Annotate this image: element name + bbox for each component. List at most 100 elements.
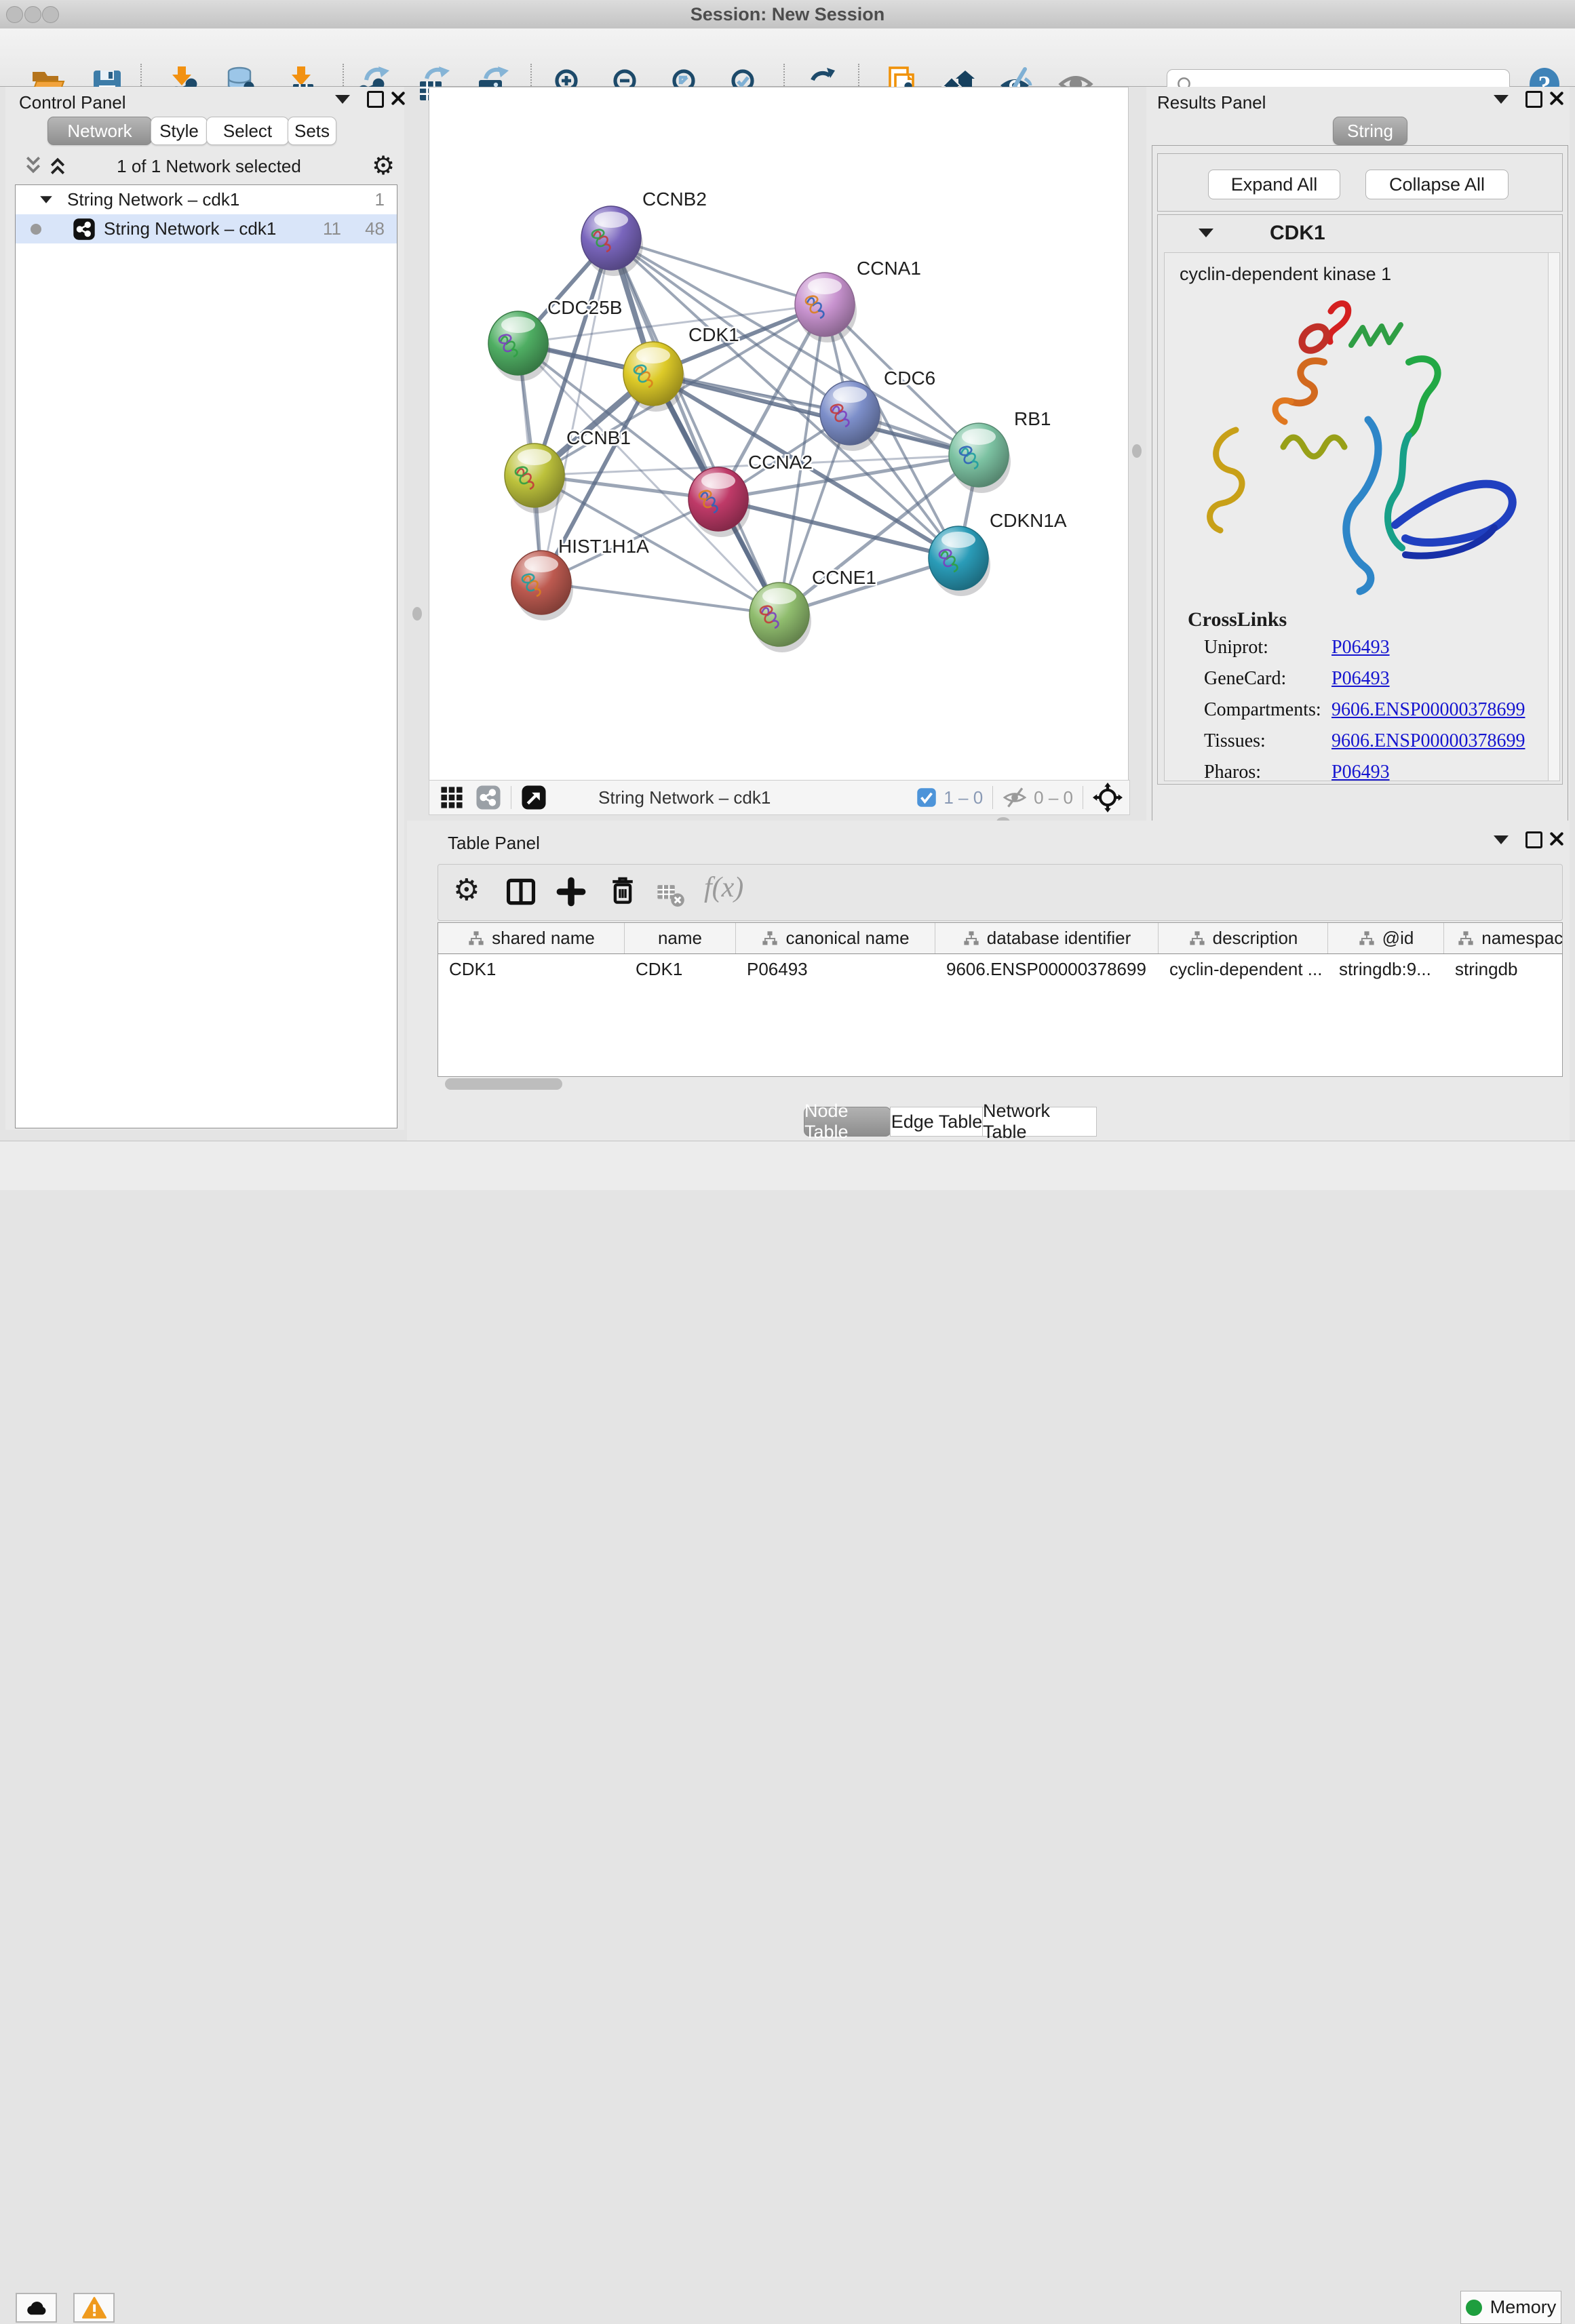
status-bar: Memory [0,1141,1575,1190]
panel-close-icon[interactable] [1549,91,1564,106]
table-cell[interactable]: CDK1 [438,959,625,980]
table-delete-icon[interactable] [655,878,685,908]
left-splitter-handle[interactable] [412,607,422,621]
birds-eye-view-icon[interactable] [521,785,547,810]
table-cell[interactable]: stringdb [1444,959,1563,980]
tab-style[interactable]: Style [151,117,208,145]
table-cell[interactable]: 9606.ENSP00000378699 [935,959,1159,980]
warning-button[interactable] [73,2293,115,2323]
network-node-RB1[interactable]: RB1 [949,408,1051,493]
crosslink-label: Uniprot: [1204,637,1268,658]
network-edge-count: 48 [365,218,385,239]
expand-all-button[interactable]: Expand All [1208,170,1340,199]
table-add-icon[interactable] [555,875,587,908]
crosslink-value-link[interactable]: P06493 [1331,637,1390,658]
node-label: CDC6 [884,368,935,389]
crosslink-value-link[interactable]: P06493 [1331,762,1390,781]
node-label: CCNE1 [812,567,876,588]
network-label: String Network – cdk1 [104,218,276,239]
selected-checkbox-icon[interactable] [916,787,937,808]
title-bar: Session: New Session [0,0,1575,29]
tab-network-table[interactable]: Network Table [982,1107,1097,1137]
table-cell[interactable]: P06493 [736,959,935,980]
collapse-all-button[interactable]: Collapse All [1365,170,1509,199]
crosslink-row: Pharos: P06493 [1165,756,1549,781]
network-node-count: 11 [323,218,341,239]
control-panel-title: Control Panel [19,92,126,113]
collapse-all-icon[interactable] [23,155,43,176]
table-settings-gear-icon[interactable]: ⚙ [453,873,480,907]
network-node-CDKN1A[interactable]: CDKN1A [929,510,1067,596]
string-network-graph[interactable]: CCNB2CCNA1CDC25BCDK1CDC6RB1CCNB1CCNA2CDK… [429,87,1128,781]
collection-expand-icon[interactable] [40,196,52,203]
tree-column-icon [761,930,779,947]
column-header-namespace[interactable]: namespace [1444,923,1563,953]
panel-collapse-icon[interactable] [335,95,350,104]
panel-collapse-icon[interactable] [1494,835,1509,844]
network-node-CCNB1[interactable]: CCNB1 [505,427,631,513]
table-row[interactable]: CDK1CDK1P064939606.ENSP00000378699cyclin… [438,954,1562,984]
network-edge[interactable] [611,238,779,614]
panel-close-icon[interactable] [391,91,406,106]
results-scrollbar[interactable] [1548,252,1560,781]
tab-select[interactable]: Select [206,117,289,145]
panel-float-icon[interactable] [1525,91,1542,108]
crosslink-row: GeneCard: P06493 [1165,663,1549,694]
column-header-name[interactable]: name [625,923,736,953]
network-edge[interactable] [541,238,611,583]
grid-view-icon[interactable] [440,786,463,809]
column-header-canonical-name[interactable]: canonical name [736,923,935,953]
right-splitter-handle[interactable] [1132,444,1142,458]
node-label: CDK1 [688,324,739,345]
crosslink-value-link[interactable]: 9606.ENSP00000378699 [1331,699,1525,721]
hidden-eye-slash-icon[interactable] [1003,787,1027,808]
table-columns-icon[interactable] [505,875,537,908]
collection-label: String Network – cdk1 [67,189,239,210]
horizontal-scrollbar[interactable] [445,1078,562,1090]
network-edge[interactable] [541,583,779,614]
table-toolbar: ⚙ f(x) [438,864,1563,921]
memory-button[interactable]: Memory [1460,2291,1561,2324]
network-edge[interactable] [611,238,825,304]
network-collection-row[interactable]: String Network – cdk1 1 [16,185,397,214]
pan-crosshair-icon[interactable] [1093,783,1123,812]
cloud-button[interactable] [16,2293,57,2323]
tab-sets[interactable]: Sets [288,117,336,145]
table-delete-row-icon[interactable] [606,874,639,907]
tab-node-table[interactable]: Node Table [804,1107,891,1137]
crosslink-value-link[interactable]: P06493 [1331,668,1390,690]
node-label: CCNB2 [642,189,707,210]
tab-network[interactable]: Network [47,117,152,145]
network-node-HIST1H1A[interactable]: HIST1H1A [511,536,649,621]
panel-close-icon[interactable] [1549,831,1564,846]
crosslink-label: Tissues: [1204,730,1266,752]
crosslink-value-link[interactable]: 9606.ENSP00000378699 [1331,730,1525,752]
table-cell[interactable]: CDK1 [625,959,736,980]
network-node-CCNE1[interactable]: CCNE1 [750,567,876,652]
column-header-description[interactable]: description [1159,923,1328,953]
expand-all-icon[interactable] [47,155,68,176]
function-builder-icon[interactable]: f(x) [704,871,743,904]
network-share-icon[interactable] [475,785,501,810]
tab-edge-table[interactable]: Edge Table [890,1107,984,1137]
current-network-name: String Network – cdk1 [598,787,771,808]
column-header-database-identifier[interactable]: database identifier [935,923,1159,953]
panel-collapse-icon[interactable] [1494,95,1509,104]
network-row[interactable]: String Network – cdk1 11 48 [16,214,397,243]
column-header--id[interactable]: @id [1328,923,1444,953]
network-options-gear-icon[interactable]: ⚙ [372,151,395,180]
network-canvas[interactable]: CCNB2CCNA1CDC25BCDK1CDC6RB1CCNB1CCNA2CDK… [429,87,1129,781]
network-node-CCNA1[interactable]: CCNA1 [795,258,921,342]
table-cell[interactable]: cyclin-dependent ... [1159,959,1328,980]
node-label: CCNB1 [566,427,631,448]
table-cell[interactable]: stringdb:9... [1328,959,1444,980]
column-header-shared-name[interactable]: shared name [438,923,625,953]
panel-float-icon[interactable] [367,91,384,108]
network-type-icon [73,218,96,241]
tab-string[interactable]: String [1333,117,1407,145]
node-label: CDC25B [547,297,622,318]
network-selection-status: 1 of 1 Network selected [66,156,351,177]
crosslink-row: Compartments: 9606.ENSP00000378699 [1165,694,1549,725]
panel-float-icon[interactable] [1525,831,1542,848]
protein-collapse-icon[interactable] [1199,229,1213,237]
